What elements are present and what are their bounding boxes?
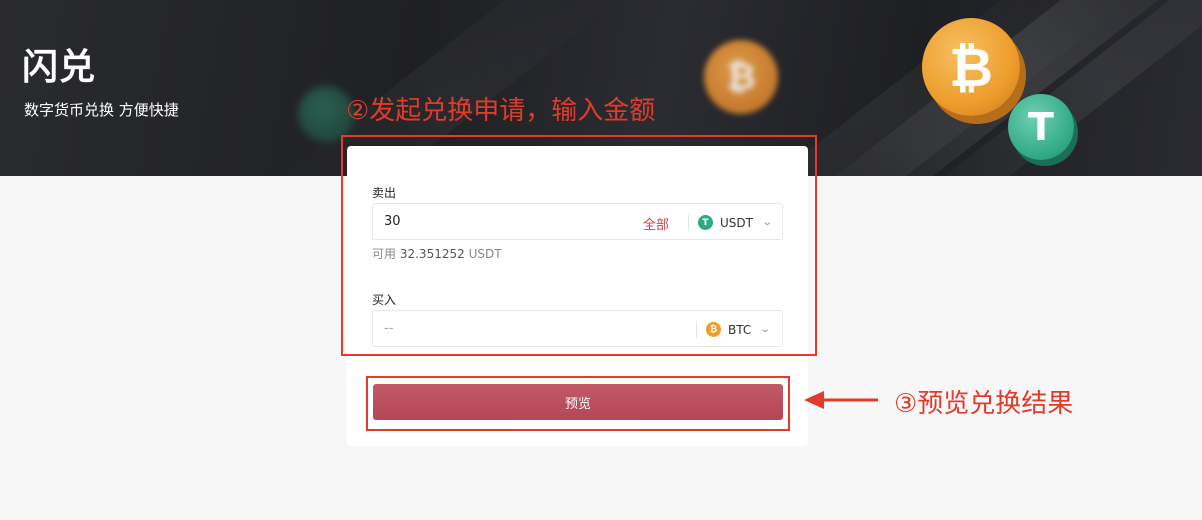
page-subtitle: 数字货币兑换 方便快捷: [24, 101, 179, 119]
annotation-step3: ③预览兑换结果: [894, 389, 1074, 419]
annotation-box-preview: [366, 376, 790, 431]
arrow-left-icon: [804, 391, 878, 409]
annotation-box-input: [341, 135, 817, 356]
page-title: 闪兑: [22, 47, 97, 88]
btc-coin-icon: ₿: [704, 40, 778, 114]
btc-coin-icon: ₿: [922, 18, 1020, 116]
usdt-coin-icon: T: [1008, 94, 1074, 160]
annotation-step2: ②发起兑换申请，输入金额: [346, 96, 656, 126]
